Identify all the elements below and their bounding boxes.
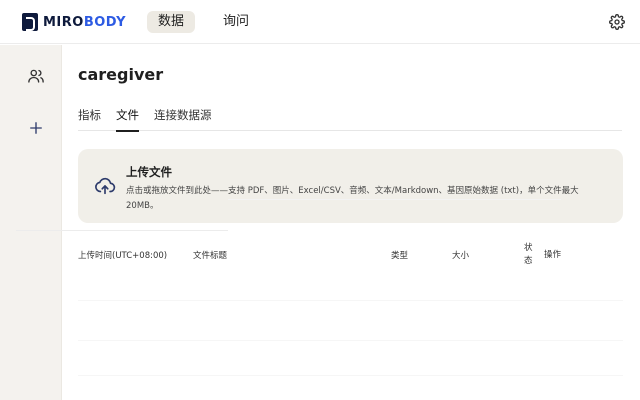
table-row-placeholder [78,340,623,341]
top-bar: MIROBODY 数据 询问 [0,0,640,44]
column-header-upload-time[interactable]: 上传时间(UTC+08:00) [78,249,167,261]
sidebar [0,45,62,400]
column-header-status[interactable]: 状态 [524,242,534,268]
cloud-upload-icon [95,177,116,195]
gear-icon[interactable] [609,14,625,30]
upload-dropzone[interactable]: 上传文件 点击或拖放文件到此处——支持 PDF、图片、Excel/CSV、音频、… [78,149,623,223]
table-header-divider [16,230,228,231]
users-icon[interactable] [27,67,45,85]
column-header-file-title[interactable]: 文件标题 [193,249,227,261]
page-title: caregiver [78,65,164,84]
column-header-size[interactable]: 大小 [452,249,469,261]
nav-tab-data[interactable]: 数据 [147,11,196,33]
table-row-placeholder [78,300,623,301]
files-table-header: 上传时间(UTC+08:00) 文件标题 类型 大小 状态 操作 [78,241,623,275]
page-tabs: 指标 文件 连接数据源 [78,103,622,132]
tab-files[interactable]: 文件 [116,107,139,132]
table-row-placeholder [78,375,623,376]
upload-title: 上传文件 [126,165,172,179]
nav-tab-query[interactable]: 询问 [212,11,260,33]
brand-logo-text: MIROBODY [43,14,127,30]
tab-metrics[interactable]: 指标 [78,107,101,131]
plus-icon[interactable] [27,119,45,137]
main-content: caregiver 指标 文件 连接数据源 上传文件 点击或拖放文件到此处——支… [62,45,640,400]
brand-logo[interactable]: MIROBODY [22,13,126,31]
column-header-type[interactable]: 类型 [391,249,408,261]
column-header-actions: 操作 [544,250,562,260]
table-header-divider-faint [228,199,561,200]
tab-connect-sources[interactable]: 连接数据源 [154,107,212,131]
brand-logo-mark [22,13,38,31]
